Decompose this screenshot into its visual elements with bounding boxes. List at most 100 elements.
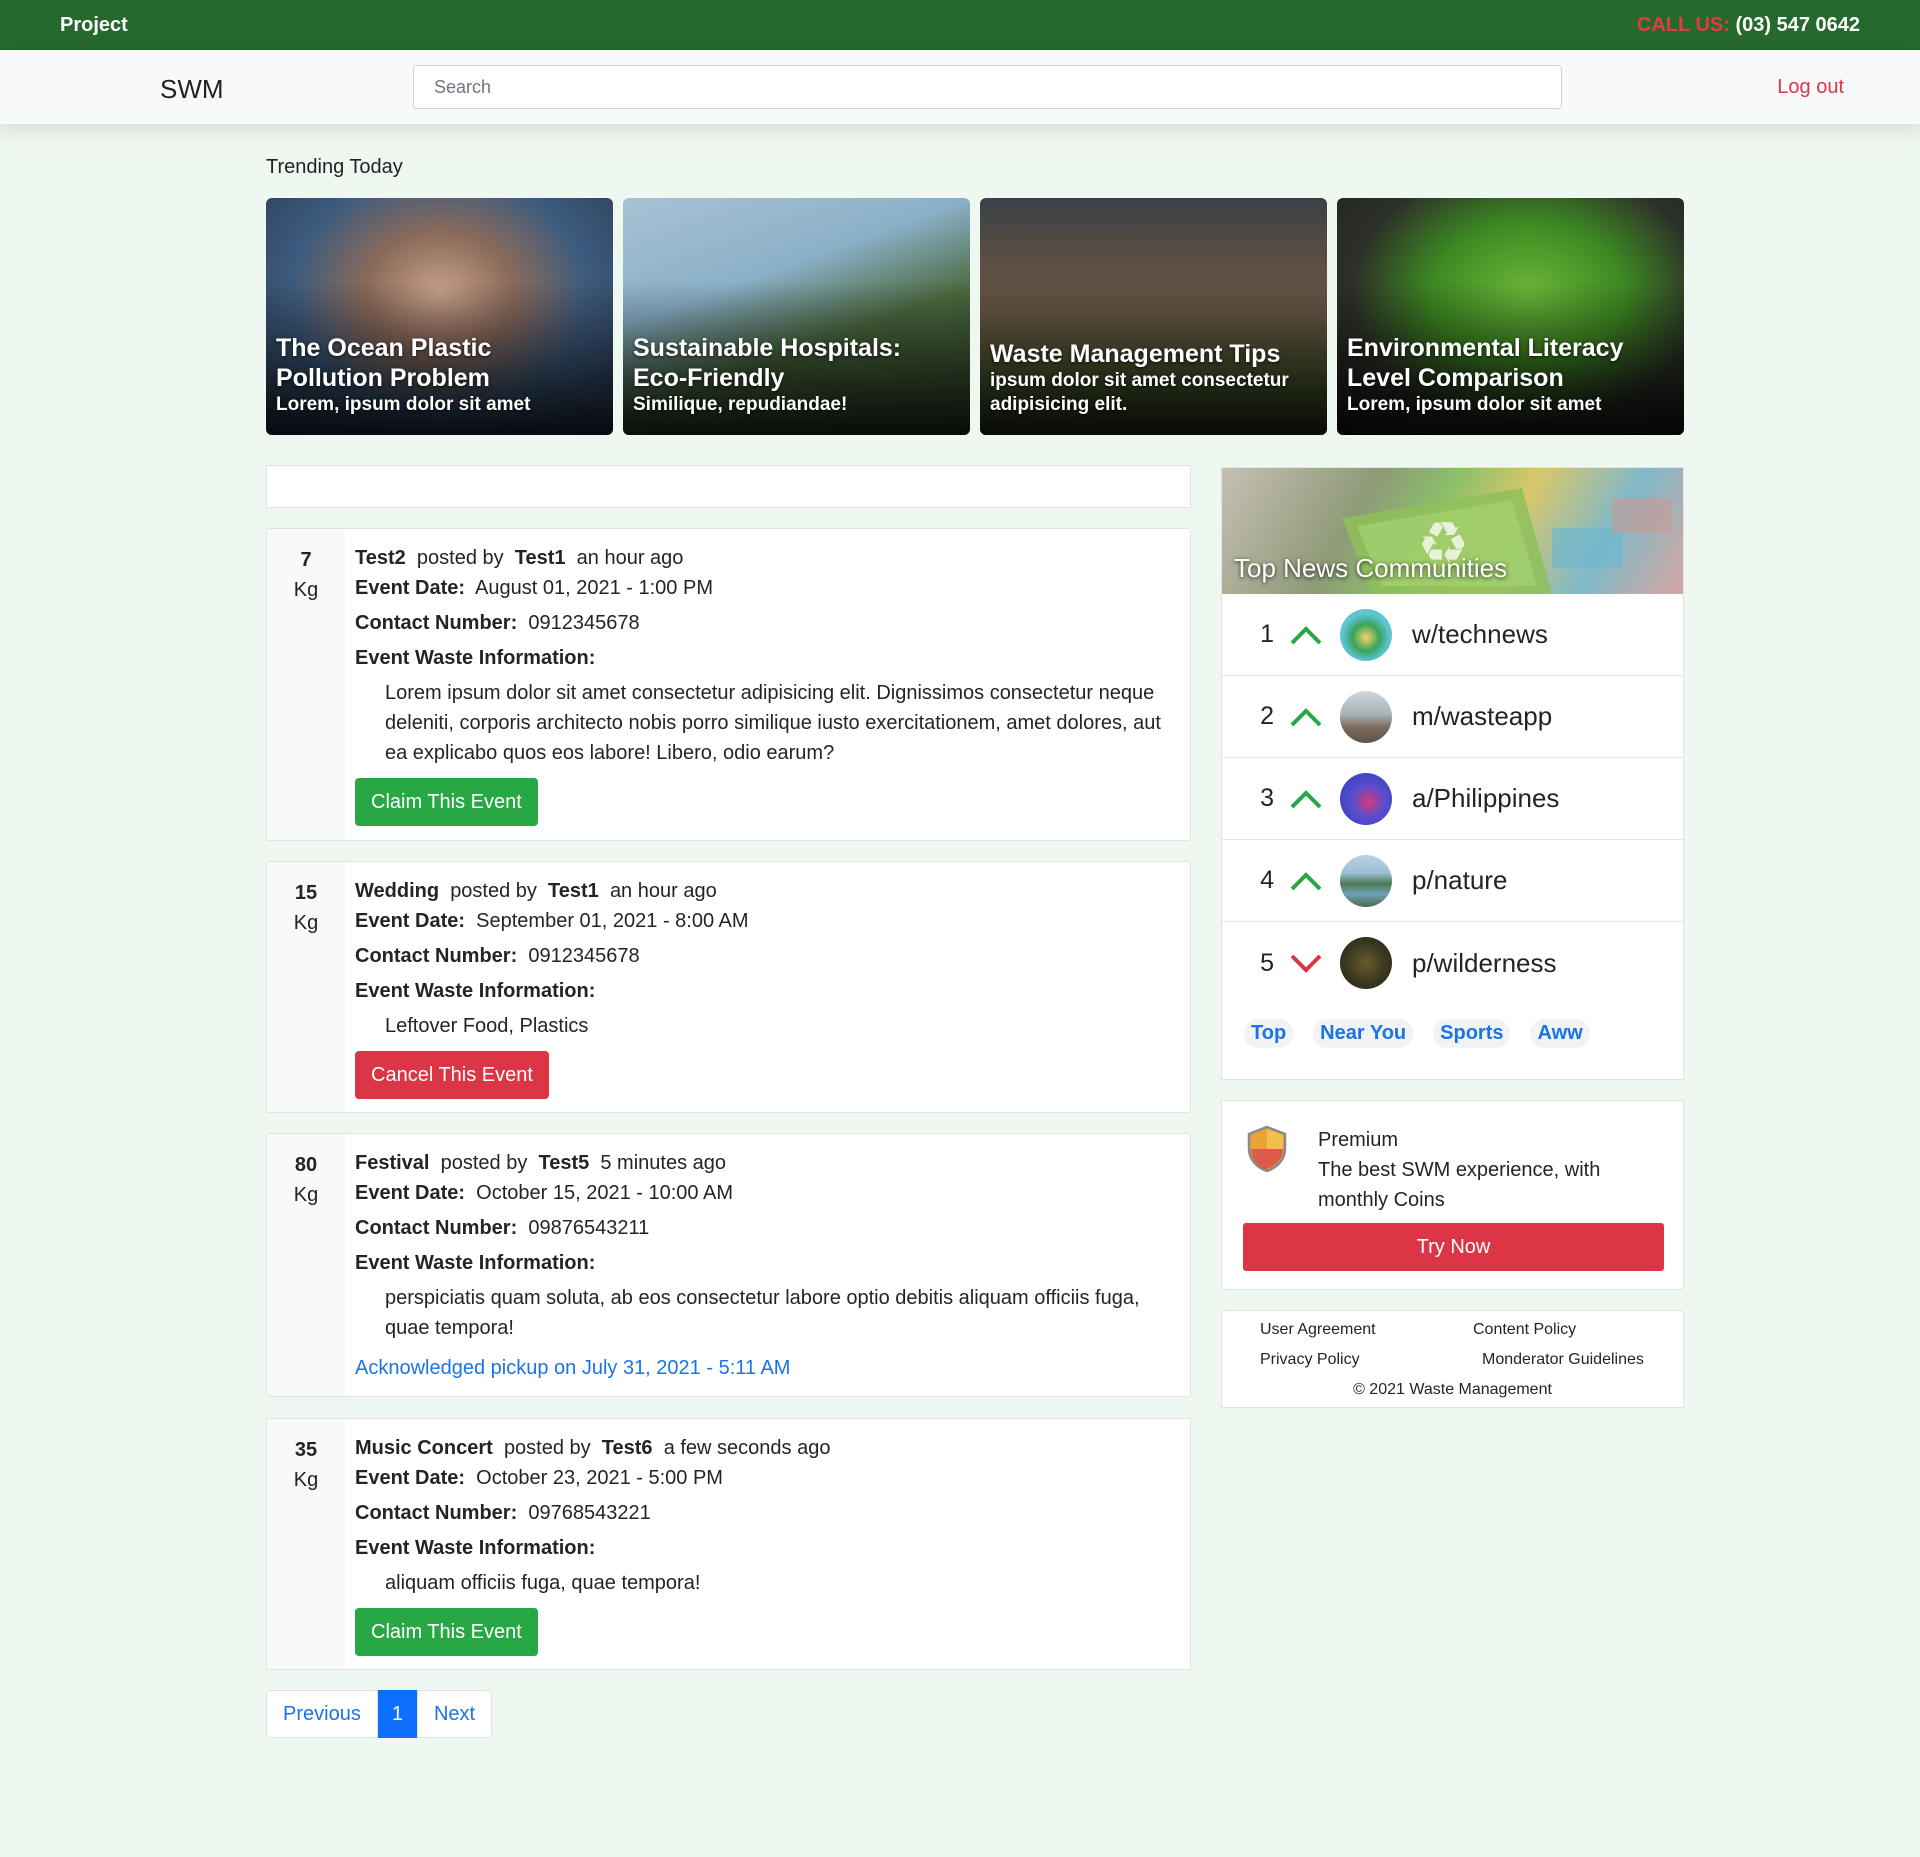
event-title[interactable]: Wedding xyxy=(355,880,439,902)
create-post-bar[interactable] xyxy=(266,465,1191,508)
event-title[interactable]: Test2 xyxy=(355,547,406,569)
trending-subtitle: Lorem, ipsum dolor sit amet xyxy=(1347,394,1602,415)
content-policy-link[interactable]: Content Policy xyxy=(1473,1321,1576,1339)
community-avatar xyxy=(1340,854,1392,907)
trending-title: Trending Today xyxy=(266,156,403,178)
community-name[interactable]: m/wasteapp xyxy=(1412,701,1552,732)
community-rank: 2 xyxy=(1260,702,1274,730)
claim-event-button[interactable]: Claim This Event xyxy=(355,1608,538,1656)
brand-link[interactable]: Project xyxy=(60,14,128,37)
event-author[interactable]: Test1 xyxy=(548,880,599,902)
phone-number: (03) 547 0642 xyxy=(1735,13,1860,36)
event-date: October 23, 2021 - 5:00 PM xyxy=(476,1467,723,1489)
event-title[interactable]: Festival xyxy=(355,1152,429,1174)
event-date-label: Event Date: xyxy=(355,910,466,932)
contact-number: 09876543211 xyxy=(528,1217,650,1239)
tag-sports[interactable]: Sports xyxy=(1433,1019,1511,1048)
pagination: Previous 1 Next xyxy=(266,1690,493,1738)
posted-by-label: posted by xyxy=(503,1437,591,1459)
top-bar: Project CALL US: (03) 547 0642 xyxy=(0,0,1920,50)
trending-card[interactable]: Environmental Literacy Level Comparison … xyxy=(1337,198,1684,435)
cancel-event-button[interactable]: Cancel This Event xyxy=(355,1051,549,1099)
community-name[interactable]: p/wilderness xyxy=(1412,948,1557,979)
logout-link[interactable]: Log out xyxy=(1777,76,1844,99)
posted-by-label: posted by xyxy=(416,547,504,569)
weight-unit: Kg xyxy=(293,1469,319,1491)
event-date-label: Event Date: xyxy=(355,1467,466,1489)
community-row[interactable]: 4 p/nature xyxy=(1222,840,1683,922)
search-input[interactable] xyxy=(413,65,1562,109)
community-avatar xyxy=(1340,937,1392,989)
event-author[interactable]: Test6 xyxy=(602,1437,653,1459)
trending-card[interactable]: The Ocean Plastic Pollution Problem Lore… xyxy=(266,198,613,435)
waste-info-label: Event Waste Information: xyxy=(355,1252,596,1274)
community-row[interactable]: 1 w/technews xyxy=(1222,594,1683,676)
event-date-label: Event Date: xyxy=(355,577,466,599)
user-agreement-link[interactable]: User Agreement xyxy=(1260,1321,1376,1339)
community-row[interactable]: 3 a/Philippines xyxy=(1222,758,1683,840)
event-post: 7 Kg Test2 posted by Test1 an hour ago E… xyxy=(266,528,1191,841)
event-date: September 01, 2021 - 8:00 AM xyxy=(476,910,749,932)
posted-by-label: posted by xyxy=(440,1152,528,1174)
trend-up-icon xyxy=(1282,706,1330,728)
try-now-button[interactable]: Try Now xyxy=(1243,1223,1664,1271)
trending-heading: Environmental Literacy Level Comparison xyxy=(1347,334,1624,392)
trending-card[interactable]: Sustainable Hospitals: Eco-Friendly Simi… xyxy=(623,198,970,435)
posted-by-label: posted by xyxy=(450,880,537,902)
event-time: an hour ago xyxy=(576,547,684,569)
event-date-label: Event Date: xyxy=(355,1182,466,1204)
call-us: CALL US: (03) 547 0642 xyxy=(1637,14,1860,37)
event-date: October 15, 2021 - 10:00 AM xyxy=(476,1182,733,1204)
event-author[interactable]: Test1 xyxy=(515,547,566,569)
event-title[interactable]: Music Concert xyxy=(355,1437,493,1459)
next-page-button[interactable]: Next xyxy=(416,1690,493,1738)
tag-aww[interactable]: Aww xyxy=(1530,1019,1590,1048)
event-post: 35 Kg Music Concert posted by Test6 a fe… xyxy=(266,1418,1191,1670)
trending-card[interactable]: Waste Management Tips ipsum dolor sit am… xyxy=(980,198,1327,435)
shield-icon xyxy=(1245,1125,1289,1179)
weight-column: 7 Kg xyxy=(267,529,345,840)
community-name[interactable]: p/nature xyxy=(1412,865,1507,896)
waste-info: Leftover Food, Plastics xyxy=(385,1015,589,1037)
moderator-guidelines-link[interactable]: Monderator Guidelines xyxy=(1482,1351,1644,1369)
event-time: a few seconds ago xyxy=(663,1437,831,1459)
privacy-policy-link[interactable]: Privacy Policy xyxy=(1260,1351,1360,1369)
trend-up-icon xyxy=(1282,624,1330,646)
contact-number: 09768543221 xyxy=(528,1502,651,1524)
community-tags: Top Near You Sports Aww xyxy=(1222,1004,1683,1063)
waste-info: Lorem ipsum dolor sit amet consectetur a… xyxy=(385,682,1161,764)
event-time: 5 minutes ago xyxy=(600,1152,726,1174)
previous-page-button[interactable]: Previous xyxy=(266,1690,378,1738)
weight-value: 7 xyxy=(300,549,312,571)
community-name[interactable]: a/Philippines xyxy=(1412,783,1559,814)
community-row[interactable]: 2 m/wasteapp xyxy=(1222,676,1683,758)
trending-subtitle: ipsum dolor sit amet consectetur adipisi… xyxy=(990,370,1289,415)
trend-up-icon xyxy=(1282,788,1330,810)
tag-top[interactable]: Top xyxy=(1244,1019,1294,1048)
community-row[interactable]: 5 p/wilderness xyxy=(1222,922,1683,1004)
event-post: 80 Kg Festival posted by Test5 5 minutes… xyxy=(266,1133,1191,1397)
claim-event-button[interactable]: Claim This Event xyxy=(355,778,538,826)
community-avatar xyxy=(1340,772,1392,825)
community-name[interactable]: w/technews xyxy=(1412,619,1548,650)
event-author[interactable]: Test5 xyxy=(538,1152,589,1174)
trending-heading: Waste Management Tips xyxy=(990,340,1281,368)
site-logo[interactable]: SWM xyxy=(160,74,224,105)
waste-info-label: Event Waste Information: xyxy=(355,1537,596,1559)
event-time: an hour ago xyxy=(609,880,717,902)
page-1-button[interactable]: 1 xyxy=(377,1690,417,1738)
premium-description: The best SWM experience, with monthly Co… xyxy=(1318,1159,1601,1211)
trending-subtitle: Similique, repudiandae! xyxy=(633,394,848,415)
call-us-label: CALL US: xyxy=(1636,13,1730,36)
weight-column: 35 Kg xyxy=(267,1419,345,1669)
acknowledged-status: Acknowledged pickup on July 31, 2021 - 5… xyxy=(355,1357,791,1379)
weight-unit: Kg xyxy=(293,912,319,934)
contact-label: Contact Number: xyxy=(355,945,518,967)
tag-near-you[interactable]: Near You xyxy=(1313,1019,1414,1048)
community-rank: 4 xyxy=(1260,866,1274,894)
contact-label: Contact Number: xyxy=(355,1217,518,1239)
communities-title: Top News Communities xyxy=(1234,553,1508,583)
weight-unit: Kg xyxy=(293,579,319,601)
copyright: © 2021 Waste Management xyxy=(1353,1381,1552,1398)
waste-info: perspiciatis quam soluta, ab eos consect… xyxy=(385,1287,1140,1339)
